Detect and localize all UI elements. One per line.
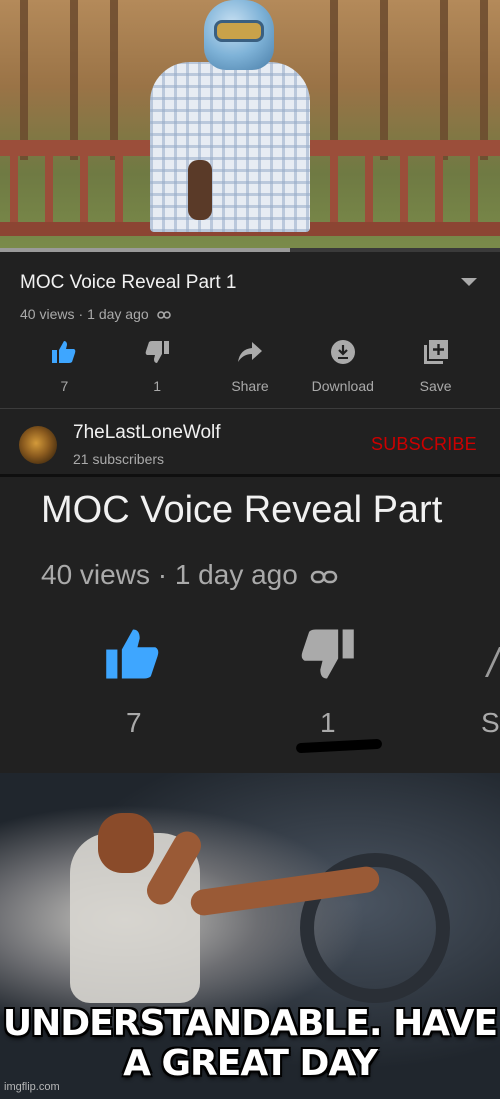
- railing-baluster: [435, 156, 443, 226]
- channel-name[interactable]: 7heLastLoneWolf: [73, 422, 221, 444]
- tree-trunk: [480, 0, 488, 160]
- video-meta: 40 views · 1 day ago: [20, 306, 171, 322]
- dislike-count: 1: [153, 378, 162, 394]
- save-playlist-icon: [422, 338, 450, 366]
- zoomed-like-count: 7: [126, 707, 142, 738]
- zoomed-meta-text: 40 views · 1 day ago: [41, 559, 298, 590]
- share-icon: [236, 338, 264, 366]
- thumb-down-icon: [143, 338, 171, 366]
- dislike-button[interactable]: 1: [111, 338, 204, 394]
- zoomed-link-icon: [310, 559, 338, 591]
- railing-baluster: [470, 156, 478, 226]
- channel-avatar[interactable]: [19, 426, 57, 464]
- imgflip-watermark: imgflip.com: [4, 1081, 60, 1093]
- zoomed-thumb-up-icon: [104, 627, 164, 687]
- video-title[interactable]: MOC Voice Reveal Part 1: [20, 272, 236, 294]
- expand-description-icon[interactable]: [461, 278, 477, 286]
- like-count: 7: [60, 378, 69, 394]
- zoomed-video-meta: 40 views · 1 day ago: [41, 559, 338, 591]
- save-label: Save: [419, 378, 452, 394]
- tree-trunk: [380, 0, 388, 160]
- tree-trunk: [440, 0, 448, 160]
- railing-baluster: [115, 156, 123, 226]
- section-divider: [0, 408, 500, 409]
- tree-trunk: [330, 0, 338, 160]
- action-bar: 7 1 Share Download Save: [18, 338, 482, 394]
- meme-caption-line-1: UNDERSTANDABLE. HAVE: [2, 1003, 498, 1044]
- meme-caption-line-2: A GREAT DAY: [123, 1043, 378, 1084]
- railing-baluster: [80, 156, 88, 226]
- partial-share-icon: [485, 647, 500, 677]
- person-shirt: [150, 62, 310, 232]
- save-button[interactable]: Save: [389, 338, 482, 394]
- railing-baluster: [400, 156, 408, 226]
- partial-share-label: S: [481, 707, 500, 738]
- meme-image: UNDERSTANDABLE. HAVE A GREAT DAY imgflip…: [0, 773, 500, 1099]
- video-thumbnail-photo[interactable]: [0, 0, 500, 248]
- tree-trunk: [110, 0, 118, 160]
- subscribe-button[interactable]: SUBSCRIBE: [371, 434, 477, 455]
- subscriber-count: 21 subscribers: [73, 451, 165, 467]
- like-button[interactable]: 7: [18, 338, 111, 394]
- marker-underline: [295, 738, 383, 754]
- thumb-up-icon: [50, 338, 78, 366]
- zoomed-crop-panel: MOC Voice Reveal Part 40 views · 1 day a…: [0, 477, 500, 773]
- railing-baluster: [45, 156, 53, 226]
- view-count: 40 views: [20, 306, 75, 322]
- video-info-panel: MOC Voice Reveal Part 1 40 views · 1 day…: [0, 252, 500, 474]
- helmet-visor: [214, 20, 264, 42]
- tree-trunk: [20, 0, 28, 160]
- meta-separator: ·: [78, 306, 84, 322]
- share-label: Share: [231, 378, 269, 394]
- railing-baluster: [330, 156, 338, 226]
- download-icon: [329, 338, 357, 366]
- meme-driver-head: [98, 813, 154, 873]
- zoomed-dislike-count: 1: [320, 707, 336, 738]
- link-icon: [156, 306, 171, 322]
- download-label: Download: [311, 378, 374, 394]
- share-button[interactable]: Share: [204, 338, 297, 394]
- tree-trunk: [70, 0, 78, 160]
- railing-baluster: [10, 156, 18, 226]
- railing-baluster: [365, 156, 373, 226]
- download-button[interactable]: Download: [296, 338, 389, 394]
- upload-age: 1 day ago: [87, 306, 149, 322]
- person-arm: [188, 160, 212, 220]
- zoomed-thumb-down-icon: [298, 627, 358, 687]
- zoomed-video-title: MOC Voice Reveal Part: [41, 489, 443, 531]
